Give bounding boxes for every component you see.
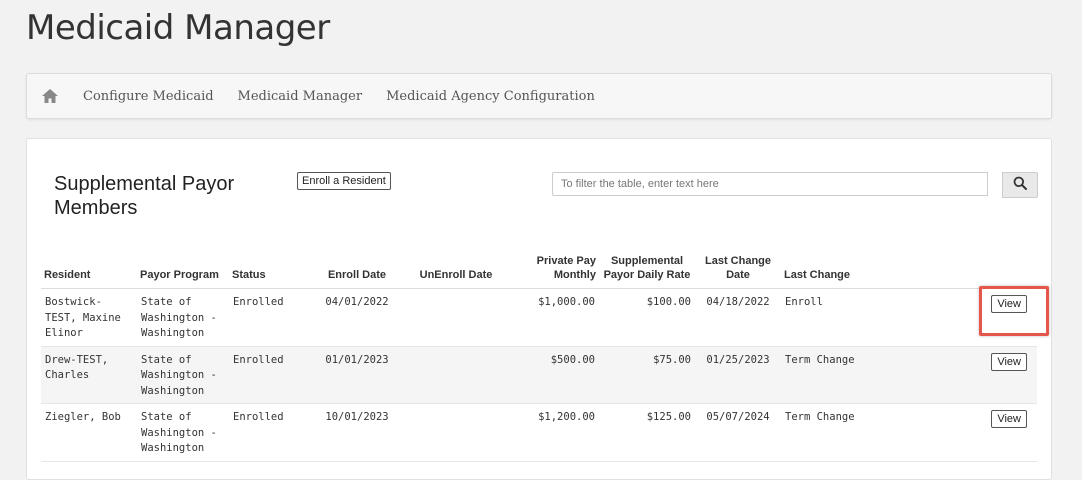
col-unenroll-date[interactable]: UnEnroll Date bbox=[399, 254, 513, 289]
col-private-pay[interactable]: Private Pay Monthly bbox=[513, 254, 599, 289]
cell-unenroll-date bbox=[399, 288, 513, 347]
cell-resident: Bostwick-TEST, Maxine Elinor bbox=[41, 288, 137, 347]
cell-action: View bbox=[887, 346, 1037, 404]
cell-private-pay: $1,200.00 bbox=[513, 403, 599, 462]
search-icon bbox=[1013, 176, 1027, 195]
col-last-change-date[interactable]: Last Change Date bbox=[695, 254, 781, 289]
view-button[interactable]: View bbox=[991, 352, 1027, 371]
table-row: Ziegler, Bob State of Washington - Washi… bbox=[41, 403, 1037, 462]
cell-unenroll-date bbox=[399, 346, 513, 404]
cell-private-pay: $500.00 bbox=[513, 346, 599, 404]
nav-medicaid-manager[interactable]: Medicaid Manager bbox=[238, 89, 363, 104]
cell-resident: Drew-TEST, Charles bbox=[41, 346, 137, 404]
col-action bbox=[887, 254, 1037, 289]
col-enroll-date[interactable]: Enroll Date bbox=[315, 254, 399, 289]
col-status[interactable]: Status bbox=[229, 254, 315, 289]
page-title: Medicaid Manager bbox=[26, 8, 330, 48]
cell-last-change-date: 01/25/2023 bbox=[695, 346, 781, 404]
members-panel: Supplemental Payor Members Enroll a Resi… bbox=[26, 138, 1052, 480]
cell-unenroll-date bbox=[399, 403, 513, 462]
cell-last-change-date: 05/07/2024 bbox=[695, 403, 781, 462]
cell-private-pay: $1,000.00 bbox=[513, 288, 599, 347]
table-header-row: Resident Payor Program Status Enroll Dat… bbox=[41, 254, 1037, 289]
table-filter-input[interactable] bbox=[552, 172, 988, 196]
cell-supplemental-rate: $100.00 bbox=[599, 288, 695, 347]
cell-enroll-date: 01/01/2023 bbox=[315, 346, 399, 404]
cell-resident: Ziegler, Bob bbox=[41, 403, 137, 462]
cell-last-change-date: 04/18/2022 bbox=[695, 288, 781, 347]
cell-last-change: Term Change bbox=[781, 346, 887, 404]
view-button[interactable]: View bbox=[991, 410, 1027, 428]
members-table: Resident Payor Program Status Enroll Dat… bbox=[41, 254, 1037, 462]
section-title: Supplemental Payor Members bbox=[54, 173, 235, 219]
nav-configure-medicaid[interactable]: Configure Medicaid bbox=[83, 89, 214, 104]
cell-enroll-date: 10/01/2023 bbox=[315, 403, 399, 462]
cell-supplemental-rate: $75.00 bbox=[599, 346, 695, 404]
cell-enroll-date: 04/01/2022 bbox=[315, 288, 399, 347]
cell-supplemental-rate: $125.00 bbox=[599, 403, 695, 462]
nav-medicaid-agency-configuration[interactable]: Medicaid Agency Configuration bbox=[386, 89, 595, 104]
col-payor-program[interactable]: Payor Program bbox=[137, 254, 229, 289]
cell-last-change: Enroll bbox=[781, 288, 887, 347]
cell-last-change: Term Change bbox=[781, 403, 887, 462]
cell-program: State of Washington - Washington bbox=[137, 288, 229, 347]
cell-status: Enrolled bbox=[229, 288, 315, 347]
cell-program: State of Washington - Washington bbox=[137, 346, 229, 404]
col-resident[interactable]: Resident bbox=[41, 254, 137, 289]
cell-program: State of Washington - Washington bbox=[137, 403, 229, 462]
table-row: Bostwick-TEST, Maxine Elinor State of Wa… bbox=[41, 288, 1037, 347]
search-button[interactable] bbox=[1002, 172, 1038, 198]
cell-action: View bbox=[887, 288, 1037, 347]
table-row: Drew-TEST, Charles State of Washington -… bbox=[41, 346, 1037, 404]
cell-status: Enrolled bbox=[229, 346, 315, 404]
col-last-change[interactable]: Last Change bbox=[781, 254, 887, 289]
home-icon[interactable] bbox=[41, 87, 59, 105]
view-button[interactable]: View bbox=[991, 295, 1027, 313]
col-supplemental-rate[interactable]: Supplemental Payor Daily Rate bbox=[599, 254, 695, 289]
enroll-resident-button[interactable]: Enroll a Resident bbox=[297, 172, 391, 190]
cell-status: Enrolled bbox=[229, 403, 315, 462]
top-nav: Configure Medicaid Medicaid Manager Medi… bbox=[26, 73, 1052, 119]
cell-action: View bbox=[887, 403, 1037, 462]
